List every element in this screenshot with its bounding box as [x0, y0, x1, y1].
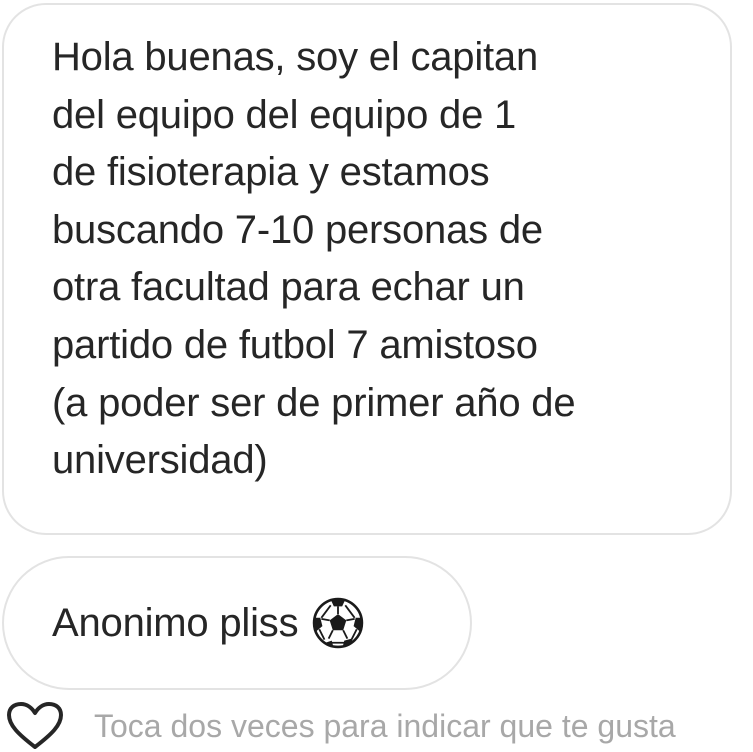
like-row: Toca dos veces para indicar que te gusta [6, 700, 676, 752]
message-bubble-secondary[interactable]: Anonimo pliss [2, 556, 472, 690]
like-hint-text: Toca dos veces para indicar que te gusta [94, 707, 676, 744]
message-line: otra facultad para echar un [52, 265, 525, 310]
heart-outline-icon[interactable] [6, 701, 64, 751]
message-line: partido de futbol 7 amistoso [52, 322, 538, 367]
message-line: universidad) [52, 438, 268, 483]
message-line: buscando 7-10 personas de [52, 207, 543, 252]
message-line: de fisioterapia y estamos [52, 150, 490, 195]
message-line: del equipo del equipo de 1 [52, 92, 517, 137]
soccer-ball-icon [313, 597, 364, 649]
message-line: Hola buenas, soy el capitan [52, 35, 539, 79]
message-text: Anonimo pliss [52, 600, 299, 645]
message-bubble-main[interactable]: Hola buenas, soy el capitan del equipo d… [2, 3, 732, 535]
message-line: (a poder ser de primer año de [52, 380, 576, 425]
